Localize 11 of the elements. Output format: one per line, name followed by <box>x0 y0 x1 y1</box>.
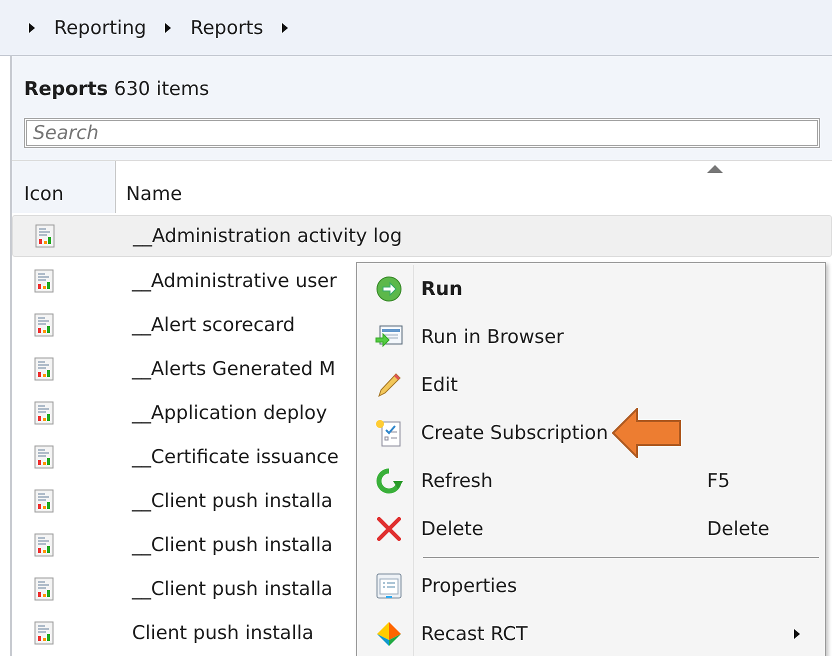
report-name: __Alert scorecard <box>132 314 295 336</box>
report-name: __Alerts Generated M <box>132 358 336 380</box>
report-name: __Administration activity log <box>133 225 402 247</box>
panel-title: Reports 630 items <box>24 78 210 100</box>
report-name: __Administrative user <box>132 270 337 292</box>
report-name: __Client push installa <box>132 578 333 600</box>
report-name: __Client push installa <box>132 490 333 512</box>
report-name: __Application deploy <box>132 402 328 424</box>
report-name: Client push installa <box>132 622 314 644</box>
report-name: __Client push installa <box>132 534 333 556</box>
report-name: __Certificate issuance <box>132 446 339 468</box>
